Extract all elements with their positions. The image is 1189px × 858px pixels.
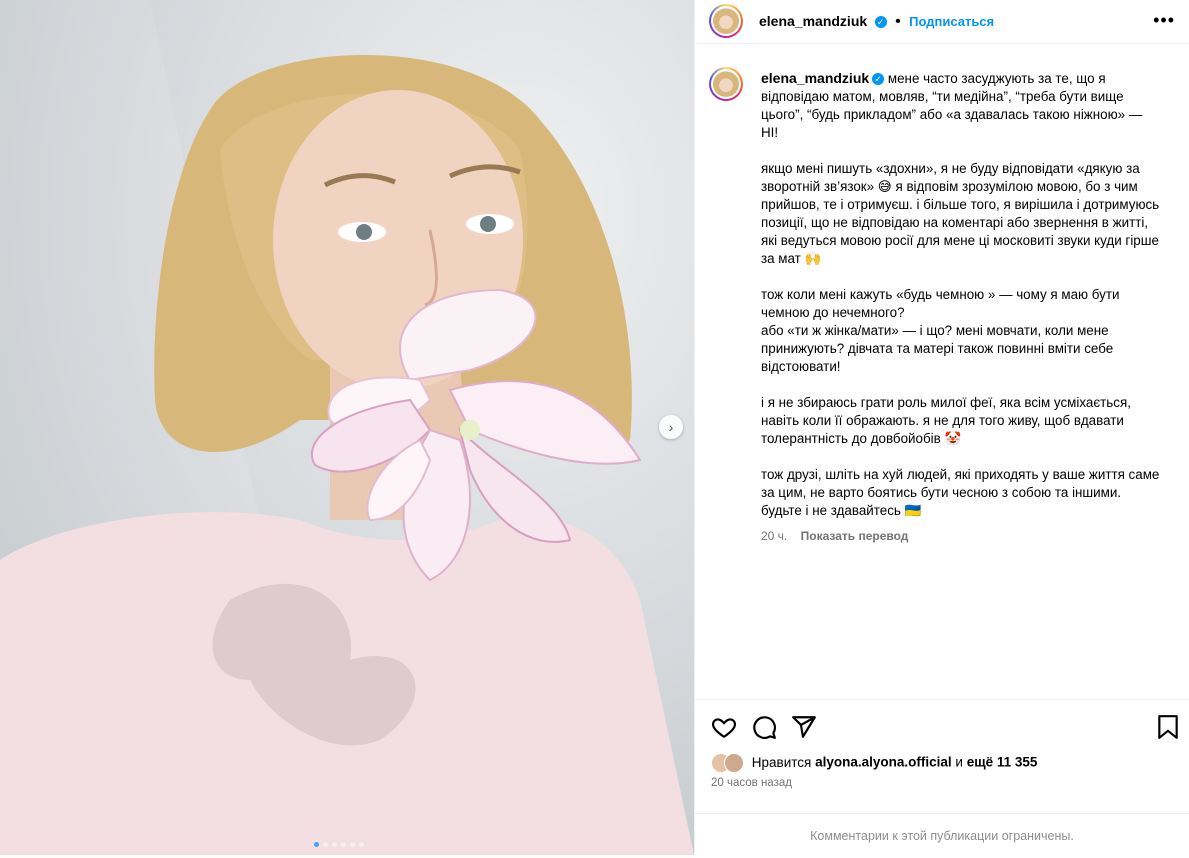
carousel-indicator (314, 842, 364, 847)
verified-icon: ✓ (872, 73, 885, 85)
verified-icon: ✓ (874, 16, 887, 28)
bookmark-icon[interactable] (1157, 714, 1179, 740)
likes-prefix: Нравится (751, 754, 812, 770)
liker-avatar[interactable] (724, 753, 744, 773)
caption-text: і я не збираюсь грати роль милої феї, як… (761, 395, 1131, 446)
post-caption: elena_mandziuk ✓ мене часто засуджують за… (761, 69, 1161, 538)
caption-avatar[interactable] (709, 67, 743, 101)
caption-meta: 20 ч. Показать перевод (761, 529, 908, 543)
caption-username[interactable]: elena_mandziuk (761, 70, 869, 86)
likes-count[interactable]: ещё 11 355 (967, 755, 1038, 770)
carousel-dot (332, 842, 337, 847)
liker-username[interactable]: alyona.alyona.official (815, 755, 952, 770)
username[interactable]: elena_mandziuk (759, 13, 867, 29)
carousel-dot (341, 842, 346, 847)
post-header: elena_mandziuk ✓ • Подписаться ••• (695, 0, 1189, 44)
avatar[interactable] (709, 4, 743, 38)
post-photo (0, 0, 694, 855)
comments-limited-notice: Комментарии к этой публикации ограничены… (695, 813, 1189, 856)
caption-text: тож друзі, шліть на хуй людей, які прихо… (761, 467, 1160, 518)
heart-icon[interactable] (711, 714, 737, 740)
post-media[interactable]: › (0, 0, 694, 855)
share-icon[interactable] (791, 714, 817, 740)
post-panel: elena_mandziuk ✓ • Подписаться ••• elena… (694, 0, 1189, 855)
post-date[interactable]: 20 часов назад (711, 777, 792, 789)
caption-text: тож коли мені кажуть «будь чемною » — чо… (761, 287, 1120, 374)
carousel-dot (314, 842, 319, 847)
comment-icon[interactable] (751, 714, 777, 740)
follow-button[interactable]: Подписаться (909, 14, 994, 29)
carousel-dot (323, 842, 328, 847)
caption-text: якщо мені пишуть «здохни», я не буду від… (761, 161, 1160, 266)
likes-summary: Нравится alyona.alyona.official и ещё 11… (711, 753, 1037, 773)
caption-timestamp: 20 ч. (761, 529, 788, 543)
carousel-dot (350, 842, 355, 847)
next-slide-button[interactable]: › (659, 415, 683, 439)
carousel-dot (359, 842, 364, 847)
more-icon[interactable]: ••• (1153, 10, 1175, 31)
show-translation-button[interactable]: Показать перевод (801, 529, 909, 543)
likes-and: и (955, 754, 963, 770)
